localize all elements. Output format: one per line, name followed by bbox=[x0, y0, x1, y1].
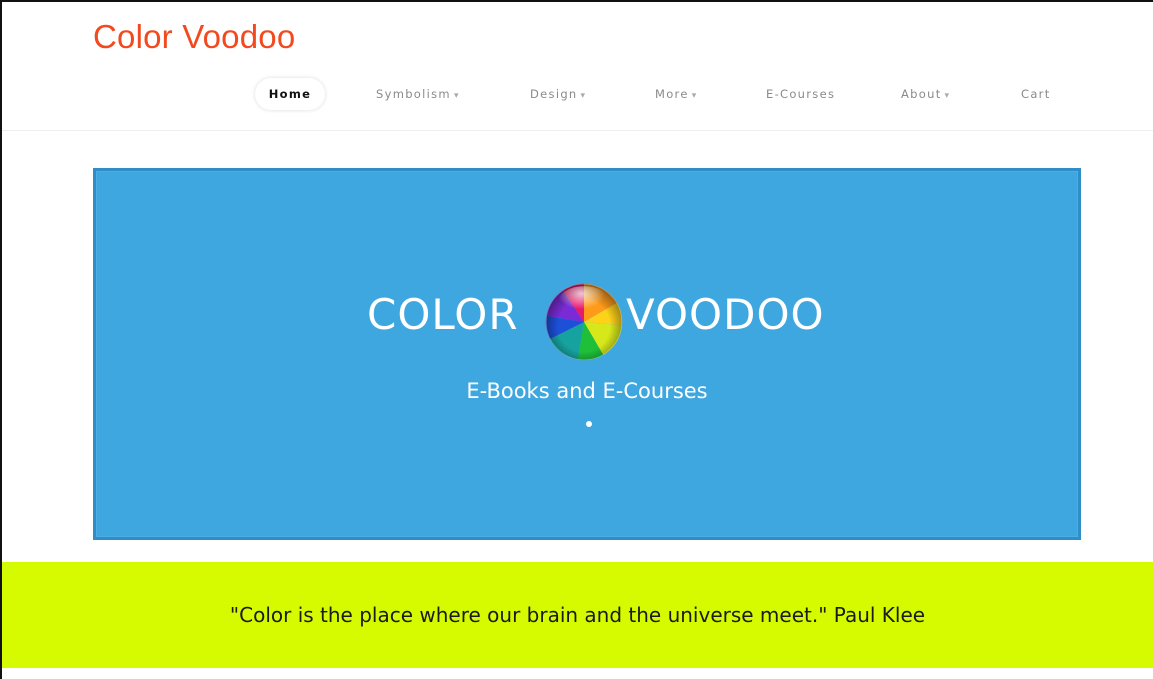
hero-banner: COLOR VOODOO E-Books and E-Courses bbox=[93, 168, 1081, 540]
quote-text: "Color is the place where our brain and … bbox=[229, 603, 926, 627]
main-nav: Home Symbolism ▾ Design ▾ More ▾ E-Courses … bbox=[255, 78, 1075, 110]
hero-logo: COLOR VOODOO bbox=[96, 283, 1078, 363]
site-title[interactable]: Color Voodoo bbox=[93, 20, 295, 53]
nav-item-more[interactable]: More ▾ bbox=[655, 78, 698, 110]
chevron-down-icon: ▾ bbox=[944, 91, 951, 101]
slider-dot-indicator[interactable] bbox=[586, 421, 592, 427]
nav-item-home[interactable]: Home bbox=[255, 78, 325, 110]
nav-item-label: Symbolism bbox=[376, 87, 451, 101]
chevron-down-icon: ▾ bbox=[580, 91, 587, 101]
nav-item-about[interactable]: About ▾ bbox=[901, 78, 950, 110]
nav-item-label: Cart bbox=[1021, 87, 1051, 101]
nav-item-label: Design bbox=[530, 87, 578, 101]
header-divider bbox=[2, 130, 1153, 131]
nav-item-label: Home bbox=[268, 87, 312, 101]
quote-band: "Color is the place where our brain and … bbox=[2, 562, 1153, 668]
nav-item-label: E-Courses bbox=[766, 87, 836, 101]
nav-item-symbolism[interactable]: Symbolism ▾ bbox=[376, 78, 460, 110]
nav-item-label: About bbox=[901, 87, 942, 101]
chevron-down-icon: ▾ bbox=[691, 91, 698, 101]
nav-item-label: More bbox=[655, 87, 689, 101]
nav-item-design[interactable]: Design ▾ bbox=[530, 78, 586, 110]
nav-item-cart[interactable]: Cart bbox=[1021, 78, 1051, 110]
hero-subtitle: E-Books and E-Courses bbox=[466, 379, 708, 403]
page-frame: Color Voodoo Home Symbolism ▾ Design ▾ Mor… bbox=[0, 0, 1153, 679]
logo-word-color: COLOR bbox=[367, 290, 519, 339]
logo-word-voodoo: VOODOO bbox=[626, 290, 825, 339]
color-wheel-orb-icon bbox=[545, 283, 623, 361]
nav-item-e-courses[interactable]: E-Courses bbox=[766, 78, 835, 110]
chevron-down-icon: ▾ bbox=[453, 91, 460, 101]
